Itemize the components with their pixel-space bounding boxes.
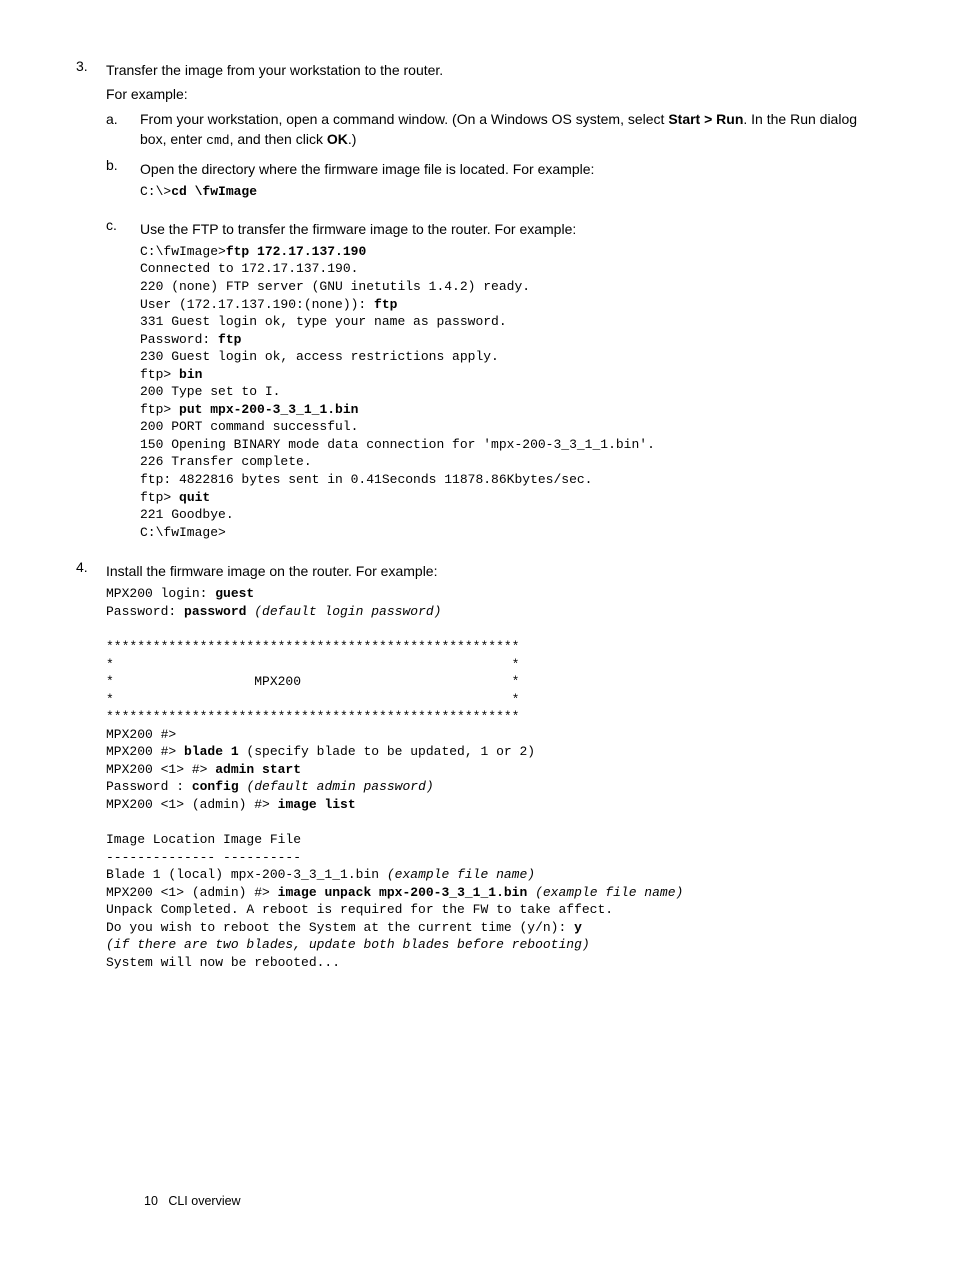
- code-block: MPX200 login: guest Password: password (…: [106, 585, 882, 971]
- code: 150 Opening BINARY mode data connection …: [140, 437, 655, 452]
- code-italic: (default admin password): [239, 779, 434, 794]
- sub-letter: a.: [106, 109, 140, 151]
- code: System will now be rebooted...: [106, 955, 340, 970]
- code: MPX200 login:: [106, 586, 215, 601]
- code: 230 Guest login ok, access restrictions …: [140, 349, 499, 364]
- code: 226 Transfer complete.: [140, 454, 312, 469]
- code: ****************************************…: [106, 709, 519, 724]
- code-italic: (if there are two blades, update both bl…: [106, 937, 590, 952]
- code: MPX200 <1> (admin) #>: [106, 797, 278, 812]
- code: * *: [106, 692, 519, 707]
- code: Blade 1 (local) mpx-200-3_3_1_1.bin: [106, 867, 387, 882]
- code: * MPX200 *: [106, 674, 519, 689]
- code: Password :: [106, 779, 192, 794]
- code: (specify blade to be updated, 1 or 2): [239, 744, 535, 759]
- page-footer: 10 CLI overview: [144, 1192, 241, 1210]
- step-3b-text: Open the directory where the firmware im…: [140, 159, 882, 179]
- code: MPX200 #>: [106, 727, 176, 742]
- code-bold: ftp: [374, 297, 397, 312]
- code: 221 Goodbye.: [140, 507, 234, 522]
- text: .): [348, 131, 357, 147]
- code: 220 (none) FTP server (GNU inetutils 1.4…: [140, 279, 530, 294]
- code: 331 Guest login ok, type your name as pa…: [140, 314, 507, 329]
- code-bold: cd \fwImage: [171, 184, 257, 199]
- code: Password:: [140, 332, 218, 347]
- step-3a-body: From your workstation, open a command wi…: [140, 109, 882, 151]
- code: MPX200 <1> #>: [106, 762, 215, 777]
- code-block: C:\>cd \fwImage: [140, 183, 882, 201]
- code: MPX200 <1> (admin) #>: [106, 885, 278, 900]
- code-bold: config: [192, 779, 239, 794]
- code: ****************************************…: [106, 639, 519, 654]
- bold-text: Start > Run: [668, 111, 743, 127]
- code-italic: (example file name): [387, 867, 535, 882]
- code-bold: y: [574, 920, 582, 935]
- code-italic: (example file name): [527, 885, 683, 900]
- code-bold: blade 1: [184, 744, 239, 759]
- code-bold: quit: [179, 490, 210, 505]
- code-block: C:\fwImage>ftp 172.17.137.190 Connected …: [140, 243, 882, 541]
- step-3b: b. Open the directory where the firmware…: [106, 155, 882, 211]
- code-bold: image unpack mpx-200-3_3_1_1.bin: [278, 885, 528, 900]
- code-italic: (default login password): [246, 604, 441, 619]
- code-bold: password: [184, 604, 246, 619]
- code: 200 PORT command successful.: [140, 419, 358, 434]
- code: C:\>: [140, 184, 171, 199]
- code-bold: admin start: [215, 762, 301, 777]
- code-bold: image list: [278, 797, 356, 812]
- inline-code: cmd: [206, 133, 229, 148]
- step-4-text: Install the firmware image on the router…: [106, 561, 882, 581]
- step-3: 3. Transfer the image from your workstat…: [72, 56, 882, 551]
- code: ftp>: [140, 367, 179, 382]
- code: Do you wish to reboot the System at the …: [106, 920, 574, 935]
- code: C:\fwImage>: [140, 525, 226, 540]
- page-number: 10: [144, 1194, 158, 1208]
- section-title: CLI overview: [168, 1194, 240, 1208]
- code-bold: guest: [215, 586, 254, 601]
- code: MPX200 #>: [106, 744, 184, 759]
- text: , and then click: [230, 131, 327, 147]
- code: * *: [106, 657, 519, 672]
- code: ftp>: [140, 490, 179, 505]
- code: Connected to 172.17.137.190.: [140, 261, 358, 276]
- code: C:\fwImage>: [140, 244, 226, 259]
- code: ftp: 4822816 bytes sent in 0.41Seconds 1…: [140, 472, 592, 487]
- code: ftp>: [140, 402, 179, 417]
- code: Password:: [106, 604, 184, 619]
- step-number: 3.: [72, 56, 106, 551]
- code-bold: ftp: [218, 332, 241, 347]
- code-bold: put mpx-200-3_3_1_1.bin: [179, 402, 358, 417]
- code: Image Location Image File: [106, 832, 301, 847]
- code: -------------- ----------: [106, 850, 301, 865]
- step-3c-text: Use the FTP to transfer the firmware ima…: [140, 219, 882, 239]
- step-3c: c. Use the FTP to transfer the firmware …: [106, 215, 882, 552]
- step-3-eg: For example:: [106, 84, 882, 104]
- code: Unpack Completed. A reboot is required f…: [106, 902, 613, 917]
- code: 200 Type set to I.: [140, 384, 280, 399]
- sub-letter: b.: [106, 155, 140, 211]
- sub-letter: c.: [106, 215, 140, 552]
- step-number: 4.: [72, 557, 106, 981]
- step-3a: a. From your workstation, open a command…: [106, 109, 882, 151]
- code-bold: bin: [179, 367, 202, 382]
- code: User (172.17.137.190:(none)):: [140, 297, 374, 312]
- code-bold: ftp 172.17.137.190: [226, 244, 366, 259]
- step-3-text: Transfer the image from your workstation…: [106, 60, 882, 80]
- step-4: 4. Install the firmware image on the rou…: [72, 557, 882, 981]
- bold-text: OK: [327, 131, 348, 147]
- text: From your workstation, open a command wi…: [140, 111, 668, 127]
